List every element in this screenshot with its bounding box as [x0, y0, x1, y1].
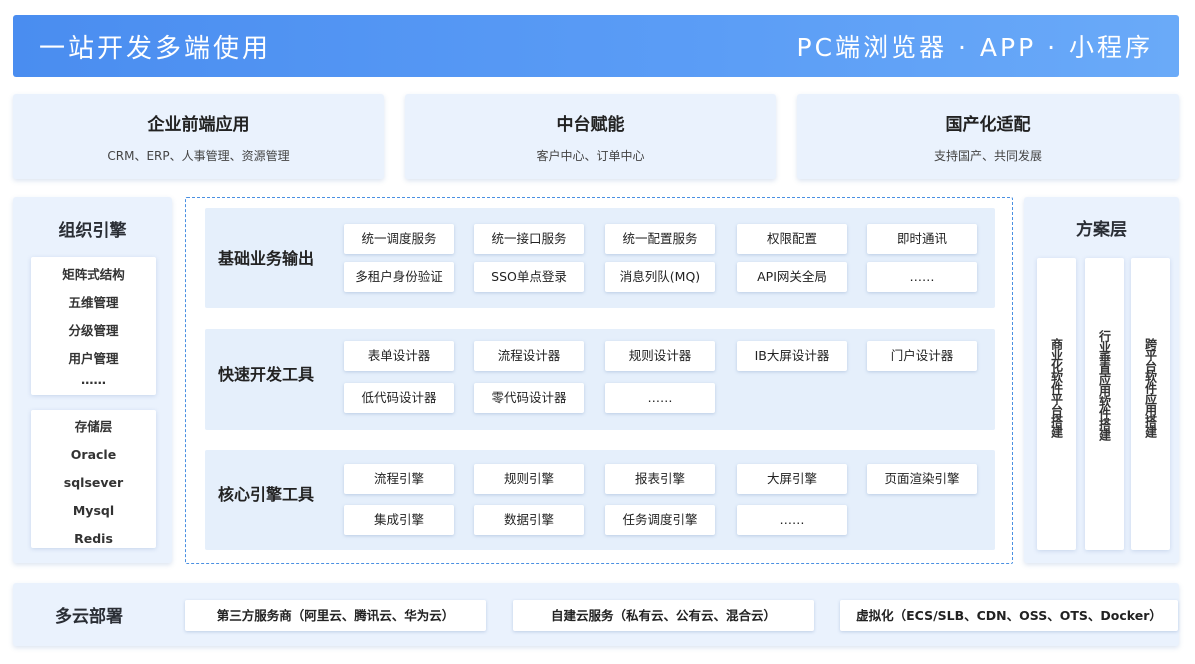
org-item-more: ……	[81, 372, 106, 387]
card-title: 企业前端应用	[147, 115, 250, 135]
org-item: 分级管理	[68, 323, 119, 338]
solution-column: 商业化软件平台搭建	[1037, 258, 1076, 550]
card-title: 中台赋能	[556, 115, 625, 135]
storage-item: Redis	[74, 531, 113, 546]
row-label: 快速开发工具	[218, 365, 315, 384]
solution-column-label: 商业化软件平台搭建	[1049, 338, 1064, 437]
chip: 报表引擎	[605, 464, 715, 494]
storage-item: Mysql	[72, 503, 115, 518]
row-label: 基础业务输出	[218, 249, 315, 268]
header-banner: 一站开发多端使用 PC端浏览器 · APP · 小程序	[13, 15, 1179, 77]
solution-column: 行业垂直应用软件搭建	[1085, 258, 1124, 550]
chip: 统一接口服务	[474, 224, 584, 254]
row-label: 核心引擎工具	[218, 485, 315, 504]
chip-more: ……	[867, 262, 977, 292]
row-basic-business	[205, 208, 995, 308]
solution-layer-title: 方案层	[1076, 220, 1127, 240]
org-engine-title: 组织引擎	[58, 221, 127, 241]
chip: 消息列队(MQ)	[605, 262, 715, 292]
header-title: 一站开发多端使用	[39, 33, 272, 64]
card-subtitle: CRM、ERP、人事管理、资源管理	[107, 149, 290, 163]
chip: 集成引擎	[344, 505, 454, 535]
chip: 流程引擎	[344, 464, 454, 494]
card-subtitle: 支持国产、共同发展	[933, 149, 1042, 163]
chip: 任务调度引擎	[605, 505, 715, 535]
chip: 门户设计器	[867, 341, 977, 371]
storage-item: Oracle	[70, 447, 117, 462]
deploy-title: 多云部署	[55, 607, 123, 627]
card-middle-platform: 中台赋能 客户中心、订单中心	[405, 94, 776, 179]
chip: API网关全局	[737, 262, 847, 292]
chip: SSO单点登录	[474, 262, 584, 292]
solution-column-label: 跨平台软件应用搭建	[1143, 338, 1158, 437]
chip: 大屏引擎	[737, 464, 847, 494]
chip: 权限配置	[737, 224, 847, 254]
chip: 多租户身份验证	[344, 262, 454, 292]
chip: 表单设计器	[344, 341, 454, 371]
deploy-item: 第三方服务商（阿里云、腾讯云、华为云）	[185, 600, 486, 631]
chip: 规则引擎	[474, 464, 584, 494]
chip-more: ……	[737, 505, 847, 535]
chip: 页面渲染引擎	[867, 464, 977, 494]
org-item: 用户管理	[68, 351, 119, 366]
chip: 统一配置服务	[605, 224, 715, 254]
chip: 规则设计器	[605, 341, 715, 371]
chip: 低代码设计器	[344, 383, 454, 413]
card-enterprise-frontend: 企业前端应用 CRM、ERP、人事管理、资源管理	[13, 94, 384, 179]
storage-item: sqlsever	[63, 475, 124, 490]
solution-column-label: 行业垂直应用软件搭建	[1097, 330, 1112, 440]
deploy-item: 自建云服务（私有云、公有云、混合云）	[513, 600, 814, 631]
org-item: 五维管理	[68, 295, 119, 310]
chip: 流程设计器	[474, 341, 584, 371]
chip: 即时通讯	[867, 224, 977, 254]
chip-more: ……	[605, 383, 715, 413]
card-localization: 国产化适配 支持国产、共同发展	[797, 94, 1179, 179]
header-subtitle: PC端浏览器 · APP · 小程序	[796, 33, 1153, 62]
storage-box: 存储层 Oracle sqlsever Mysql Redis	[31, 410, 156, 548]
card-title: 国产化适配	[945, 115, 1031, 135]
storage-title: 存储层	[74, 419, 113, 434]
chip: 统一调度服务	[344, 224, 454, 254]
org-items-box: 矩阵式结构 五维管理 分级管理 用户管理 ……	[31, 257, 156, 395]
chip: IB大屏设计器	[737, 341, 847, 371]
deploy-item: 虚拟化（ECS/SLB、CDN、OSS、OTS、Docker）	[840, 600, 1178, 631]
chip: 零代码设计器	[474, 383, 584, 413]
card-subtitle: 客户中心、订单中心	[536, 149, 645, 163]
org-item: 矩阵式结构	[62, 267, 125, 282]
chip: 数据引擎	[474, 505, 584, 535]
solution-column: 跨平台软件应用搭建	[1131, 258, 1170, 550]
